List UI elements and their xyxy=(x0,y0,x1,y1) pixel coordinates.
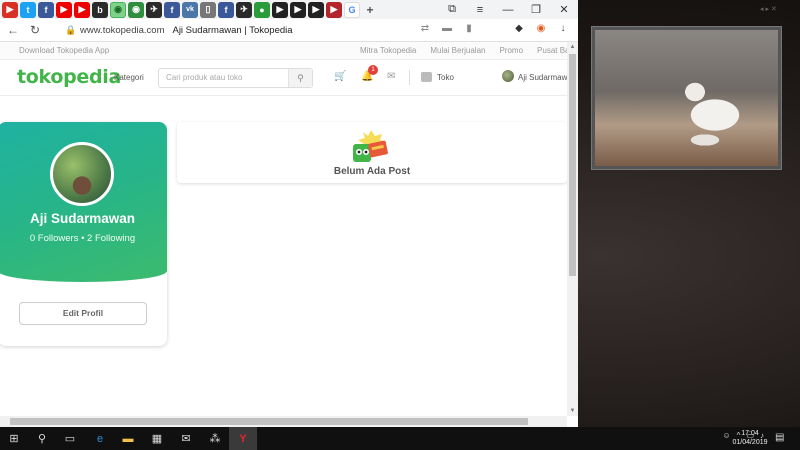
store-icon[interactable]: ▦ xyxy=(143,427,171,450)
empty-post-illustration xyxy=(353,130,388,162)
tab-facebook[interactable]: f xyxy=(38,1,54,18)
tab-youtube[interactable]: ▶ xyxy=(2,1,18,18)
file-explorer-icon[interactable]: ▬ xyxy=(114,427,142,450)
top-links: Mitra Tokopedia Mulai Berjualan Promo Pu… xyxy=(360,46,567,55)
window-controls: ⧉ ≡ — ❐ ✕ xyxy=(438,0,578,19)
profile-name: Aji Sudarmawan xyxy=(29,211,136,226)
bookmark-icon[interactable]: ▮ xyxy=(462,23,476,34)
task-view-icon[interactable]: ▭ xyxy=(56,427,84,450)
edit-profile-button[interactable]: Edit Profil xyxy=(19,302,147,325)
clock-time: 17:04 xyxy=(741,430,759,437)
minimize-button[interactable]: — xyxy=(494,4,522,16)
download-icon[interactable]: ↓ xyxy=(556,23,570,34)
start-windows-icon[interactable]: ⊞ xyxy=(0,427,28,450)
reload-icon[interactable]: ↻ xyxy=(26,23,44,37)
kategori-menu[interactable]: Kategori xyxy=(114,73,144,82)
toko-link[interactable]: Toko xyxy=(437,73,454,82)
scroll-up-arrow-icon[interactable]: ▲ xyxy=(567,42,578,52)
new-tab-button[interactable]: + xyxy=(362,2,378,18)
clock-date: 01/04/2019 xyxy=(732,439,768,446)
tab-list-icon[interactable]: ⧉ xyxy=(438,3,466,16)
windows-taskbar: ⊞ ⚲ ▭ e ▬ ▦ ✉ ⁂ Y ☺ ^ ▭ ♪ 17:04 01/04/20… xyxy=(0,427,800,450)
tab-incognito[interactable]: ✈ xyxy=(146,1,162,18)
promo-link[interactable]: Promo xyxy=(499,46,523,55)
lock-icon: 🔒 xyxy=(65,24,77,35)
tab-tokopedia-active[interactable]: ◉ xyxy=(110,1,126,18)
search-icon: ⚲ xyxy=(297,72,304,83)
avatar[interactable] xyxy=(50,142,114,206)
horizontal-scrollbar[interactable] xyxy=(0,416,567,427)
action-center-icon[interactable]: ▤ xyxy=(775,432,784,443)
mulai-berjualan-link[interactable]: Mulai Berjualan xyxy=(430,46,485,55)
download-app-link[interactable]: Download Tokopedia App xyxy=(19,46,109,55)
page-title: Aji Sudarmawan | Tokopedia xyxy=(172,24,293,36)
vertical-scrollbar[interactable]: ▲ ▼ xyxy=(567,42,578,416)
address-bar: ← ↻ 🔒 www.tokopedia.com Aji Sudarmawan |… xyxy=(0,19,578,42)
tab-vk[interactable]: vk xyxy=(182,1,198,18)
tab-evernote[interactable]: ● xyxy=(254,1,270,18)
edge-icon[interactable]: e xyxy=(86,427,114,450)
vertical-scroll-thumb[interactable] xyxy=(569,54,576,276)
restore-button[interactable]: ❐ xyxy=(522,3,550,16)
cat-video-frame xyxy=(595,30,778,166)
empty-post-text: Belum Ada Post xyxy=(333,166,411,177)
notification-badge: 1 xyxy=(368,65,378,75)
menu-icon[interactable]: ≡ xyxy=(466,4,494,16)
extension-icon[interactable]: ◉ xyxy=(534,23,548,34)
tab-youtube-2[interactable]: ▶ xyxy=(56,1,72,18)
cart-icon[interactable]: 🛒 xyxy=(334,71,346,82)
tab-incognito-2[interactable]: ✈ xyxy=(236,1,252,18)
message-icon[interactable]: ✉ xyxy=(387,71,395,82)
tab-facebook-2[interactable]: f xyxy=(164,1,180,18)
tab-dark-2[interactable]: ▶ xyxy=(290,1,306,18)
profile-card: Aji Sudarmawan 0 Followers • 2 Following… xyxy=(0,122,167,346)
tab-blogger[interactable]: b xyxy=(92,1,108,18)
mail-icon[interactable]: ✉ xyxy=(172,427,200,450)
tab-twitter[interactable]: t xyxy=(20,1,36,18)
taskbar-clock[interactable]: 17:04 01/04/2019 xyxy=(730,429,770,447)
tab-red[interactable]: ▶ xyxy=(326,1,342,18)
site-header: tokopedia Kategori ⚲ 🛒 🔔 1 ✉ Toko Aji Su… xyxy=(0,60,567,96)
user-menu[interactable]: Aji Sudarmawan xyxy=(518,73,567,82)
tab-tokopedia[interactable]: ◉ xyxy=(128,1,144,18)
translate-icon[interactable]: ⇄ xyxy=(418,23,432,34)
url-text[interactable]: www.tokopedia.com xyxy=(80,25,164,36)
picture-in-picture-window[interactable] xyxy=(591,26,782,170)
header-divider xyxy=(409,70,410,85)
yandex-browser-icon[interactable]: Y xyxy=(229,427,257,450)
evernote-extension-icon[interactable]: ◆ xyxy=(512,23,526,34)
tokopedia-page: Download Tokopedia App Mitra Tokopedia M… xyxy=(0,42,567,416)
blackberry-icon[interactable]: ⁂ xyxy=(201,427,229,450)
toko-icon[interactable] xyxy=(421,72,432,82)
search-button[interactable]: ⚲ xyxy=(288,69,312,87)
tab-strip: ▶ t f ▶ ▶ b ◉ ◉ ✈ f vk ▯ f ✈ ● ▶ ▶ ▶ ▶ G… xyxy=(0,0,578,19)
mitra-tokopedia-link[interactable]: Mitra Tokopedia xyxy=(360,46,416,55)
video-window-controls[interactable]: ◂ ▸ ✕ xyxy=(760,5,777,13)
user-avatar-small[interactable] xyxy=(502,70,514,82)
tab-youtube-3[interactable]: ▶ xyxy=(74,1,90,18)
pusat-bantuan-link[interactable]: Pusat Bantu xyxy=(537,46,567,55)
search-box: ⚲ xyxy=(158,68,313,88)
tab-document[interactable]: ▯ xyxy=(200,1,216,18)
horizontal-scroll-thumb[interactable] xyxy=(10,418,528,425)
scroll-down-arrow-icon[interactable]: ▼ xyxy=(567,406,578,416)
post-feed-card: Belum Ada Post xyxy=(177,122,567,183)
top-links-bar: Download Tokopedia App Mitra Tokopedia M… xyxy=(0,42,567,60)
tab-dark-3[interactable]: ▶ xyxy=(308,1,324,18)
profile-stats: 0 Followers • 2 Following xyxy=(29,233,136,244)
back-arrow-icon[interactable]: ← xyxy=(4,23,22,37)
browser-window: ▶ t f ▶ ▶ b ◉ ◉ ✈ f vk ▯ f ✈ ● ▶ ▶ ▶ ▶ G… xyxy=(0,0,578,427)
search-icon[interactable]: ⚲ xyxy=(28,427,56,450)
tab-dark-1[interactable]: ▶ xyxy=(272,1,288,18)
address-bar-actions: ⇄ ▬ ▮ ◆ ◉ ↓ xyxy=(418,23,570,34)
search-input[interactable] xyxy=(166,73,286,82)
tab-facebook-3[interactable]: f xyxy=(218,1,234,18)
chat-icon[interactable]: ▬ xyxy=(440,23,454,34)
tab-google[interactable]: G xyxy=(344,1,360,18)
close-button[interactable]: ✕ xyxy=(550,3,578,16)
tokopedia-logo[interactable]: tokopedia xyxy=(17,66,121,88)
